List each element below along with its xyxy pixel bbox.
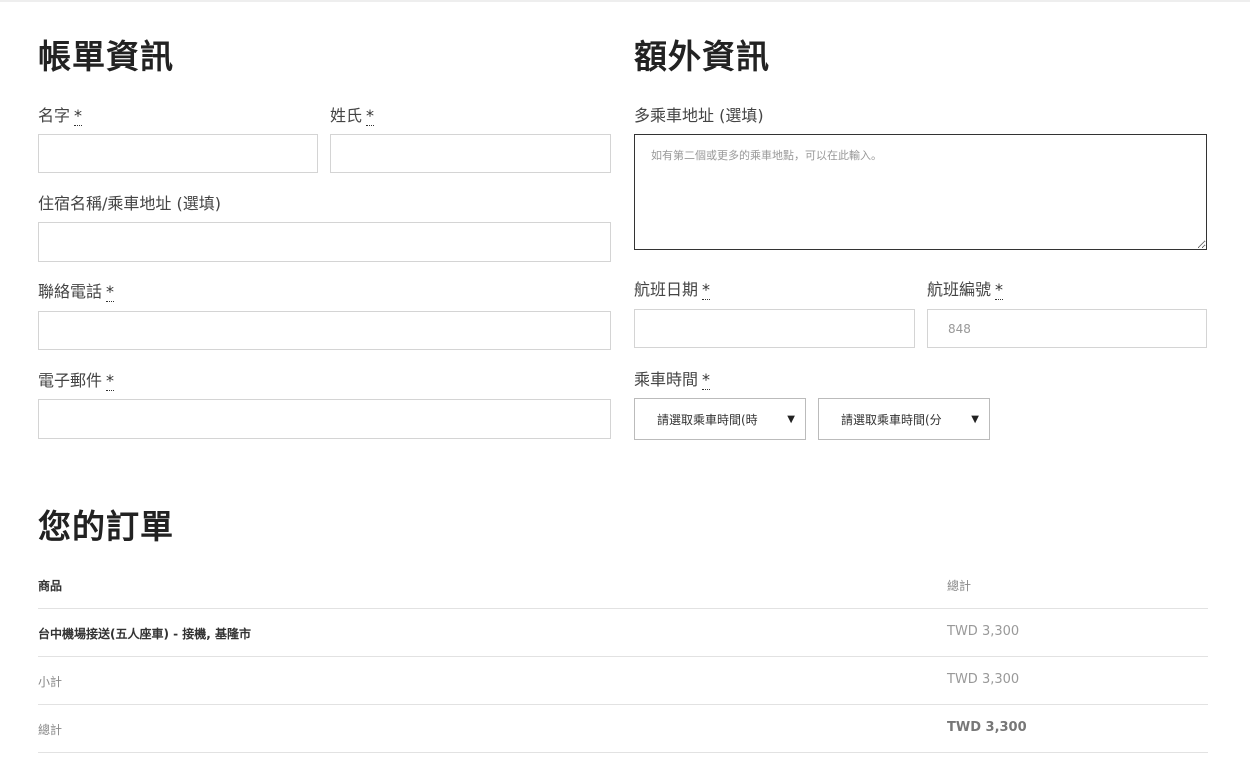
order-title: 您的訂單 (38, 507, 174, 546)
required-mark: * (106, 282, 115, 302)
pickup-time-label: 乘車時間 * (634, 370, 711, 390)
last-name-input[interactable] (330, 134, 611, 173)
column-header-product: 商品 (38, 579, 63, 593)
subtotal-value: TWD 3,300 (947, 672, 1020, 687)
last-name-label: 姓氏 * (330, 106, 375, 126)
required-mark: * (106, 371, 115, 391)
required-mark: * (702, 280, 711, 300)
first-name-label: 名字 * (38, 106, 83, 126)
row-divider (38, 656, 1208, 657)
required-mark: * (702, 370, 711, 390)
top-divider (0, 0, 1250, 2)
multi-address-label: 多乘車地址 (選填) (634, 106, 764, 125)
billing-title: 帳單資訊 (38, 37, 174, 76)
email-input[interactable] (38, 399, 611, 439)
pickup-hour-select[interactable]: 請選取乘車時間(時 ▼ (634, 398, 806, 440)
address-input[interactable] (38, 222, 611, 262)
required-mark: * (366, 106, 375, 126)
flight-date-label: 航班日期 * (634, 280, 711, 300)
row-divider (38, 752, 1208, 753)
flight-date-input[interactable] (634, 309, 915, 348)
pickup-minute-select[interactable]: 請選取乘車時間(分 ▼ (818, 398, 990, 440)
first-name-input[interactable] (38, 134, 318, 173)
pickup-hour-value: 請選取乘車時間(時 (657, 412, 758, 427)
row-divider (38, 608, 1208, 609)
phone-label: 聯絡電話 * (38, 282, 115, 302)
address-label: 住宿名稱/乘車地址 (選填) (38, 194, 221, 213)
caret-down-icon: ▼ (787, 413, 795, 425)
row-divider (38, 704, 1208, 705)
required-mark: * (74, 106, 83, 126)
email-label: 電子郵件 * (38, 371, 115, 391)
required-mark: * (995, 280, 1004, 300)
additional-title: 額外資訊 (634, 37, 770, 76)
total-label: 總計 (38, 723, 63, 737)
total-value: TWD 3,300 (947, 720, 1027, 735)
phone-input[interactable] (38, 311, 611, 350)
order-item-name: 台中機場接送(五人座車) - 接機, 基隆市 (38, 627, 252, 641)
flight-number-input[interactable] (927, 309, 1207, 348)
flight-number-label: 航班編號 * (927, 280, 1004, 300)
subtotal-label: 小計 (38, 675, 63, 689)
pickup-minute-value: 請選取乘車時間(分 (841, 412, 942, 427)
caret-down-icon: ▼ (971, 413, 979, 425)
column-header-total: 總計 (947, 579, 972, 593)
order-item-price: TWD 3,300 (947, 624, 1020, 639)
multi-address-textarea[interactable] (634, 134, 1207, 250)
